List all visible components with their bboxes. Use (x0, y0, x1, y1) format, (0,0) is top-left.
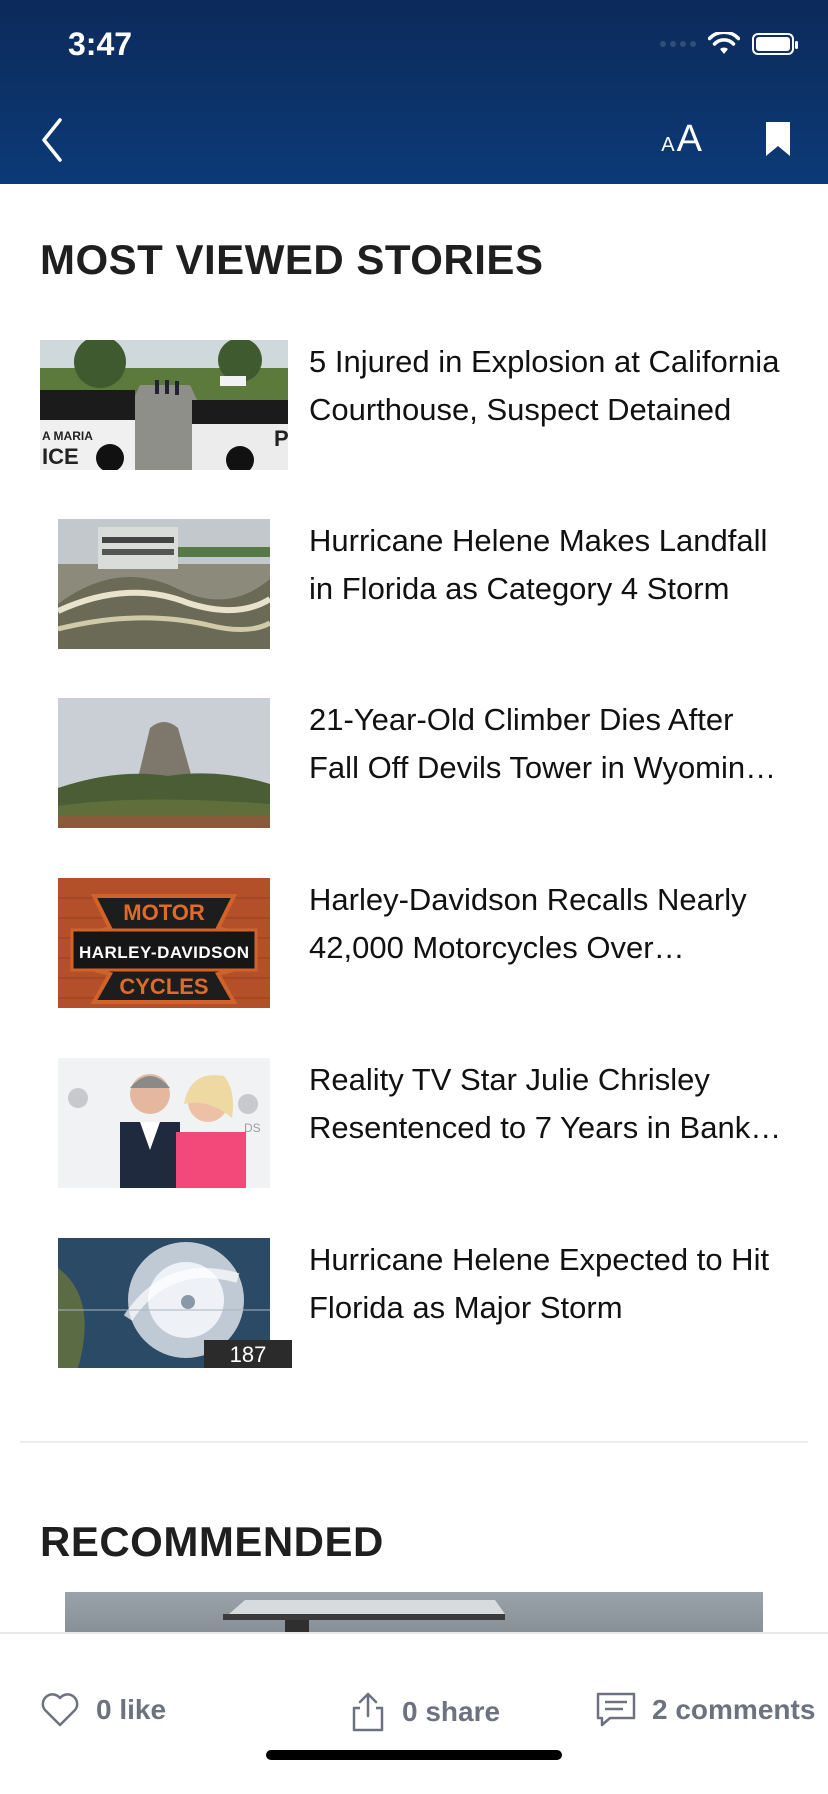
wifi-icon (708, 32, 740, 54)
story-thumbnail (58, 698, 270, 828)
story-headline[interactable]: Reality TV Star Julie Chrisley Resentenc… (309, 1056, 789, 1152)
story-item[interactable]: 187 Hurricane Helene Expected to Hit Flo… (0, 1238, 828, 1378)
like-button[interactable]: 0 like (40, 1692, 166, 1728)
story-thumbnail: 187 (58, 1238, 292, 1368)
story-headline[interactable]: Harley-Davidson Recalls Nearly 42,000 Mo… (309, 876, 789, 972)
thumb-text-police-left: A MARIA (42, 429, 93, 443)
story-item[interactable]: 21-Year-Old Climber Dies After Fall Off … (0, 698, 828, 838)
comment-icon (596, 1692, 636, 1727)
recommended-title: RECOMMENDED (40, 1518, 384, 1565)
top-bar: 3:47 AA (0, 0, 828, 184)
heart-icon (41, 1693, 79, 1727)
back-chevron-icon[interactable] (38, 116, 66, 164)
story-item[interactable]: Hurricane Helene Makes Landfall in Flori… (0, 519, 828, 659)
thumb-text-harley-top: MOTOR (123, 900, 205, 925)
share-label: 0 share (402, 1696, 501, 1727)
thumb-text-cbs-fragment: DS (244, 1121, 261, 1135)
thumb-text-harley-mid: HARLEY-DAVIDSON (79, 943, 249, 962)
story-item[interactable]: DS Reality TV Star Julie Chrisley Resent… (0, 1058, 828, 1198)
status-icons (660, 32, 798, 56)
battery-icon (752, 33, 798, 55)
thumb-text-police-right: P (274, 426, 288, 451)
share-icon (352, 1692, 384, 1732)
story-thumbnail: DS (58, 1058, 270, 1188)
recommended-image[interactable] (65, 1592, 763, 1636)
bookmark-icon[interactable] (764, 120, 792, 158)
story-headline[interactable]: Hurricane Helene Expected to Hit Florida… (309, 1236, 789, 1332)
cellular-signal-icon (660, 41, 696, 47)
like-label: 0 like (96, 1694, 167, 1725)
font-size-small-label: A (661, 134, 675, 156)
home-indicator (266, 1750, 562, 1760)
font-size-large-label: A (676, 118, 702, 160)
status-time: 3:47 (68, 26, 133, 62)
story-headline[interactable]: 5 Injured in Explosion at California Cou… (309, 338, 789, 434)
story-item[interactable]: A MARIA ICE P 5 Injured in Explosion at … (0, 340, 828, 480)
story-item[interactable]: MOTOR HARLEY-DAVIDSON CYCLES Harley-Davi… (0, 878, 828, 1018)
story-headline[interactable]: Hurricane Helene Makes Landfall in Flori… (309, 517, 789, 613)
bottom-action-bar: 0 like 0 share 2 comments (0, 1632, 828, 1794)
comments-label: 2 comments (652, 1694, 816, 1725)
most-viewed-title: MOST VIEWED STORIES (40, 236, 544, 283)
comments-button[interactable]: 2 comments (596, 1692, 815, 1728)
story-thumbnail: MOTOR HARLEY-DAVIDSON CYCLES (58, 878, 270, 1008)
story-thumbnail (58, 519, 270, 649)
thumb-text-harley-bottom: CYCLES (119, 974, 208, 999)
recommended-building-image (223, 1600, 505, 1636)
story-thumbnail: A MARIA ICE P (40, 340, 288, 470)
font-size-button[interactable]: AA (661, 118, 702, 161)
thumb-text-police-left-2: ICE (42, 444, 79, 469)
comment-count-badge: 187 (204, 1340, 292, 1368)
story-headline[interactable]: 21-Year-Old Climber Dies After Fall Off … (309, 696, 789, 792)
section-divider (20, 1441, 808, 1443)
share-button[interactable]: 0 share (350, 1692, 500, 1732)
